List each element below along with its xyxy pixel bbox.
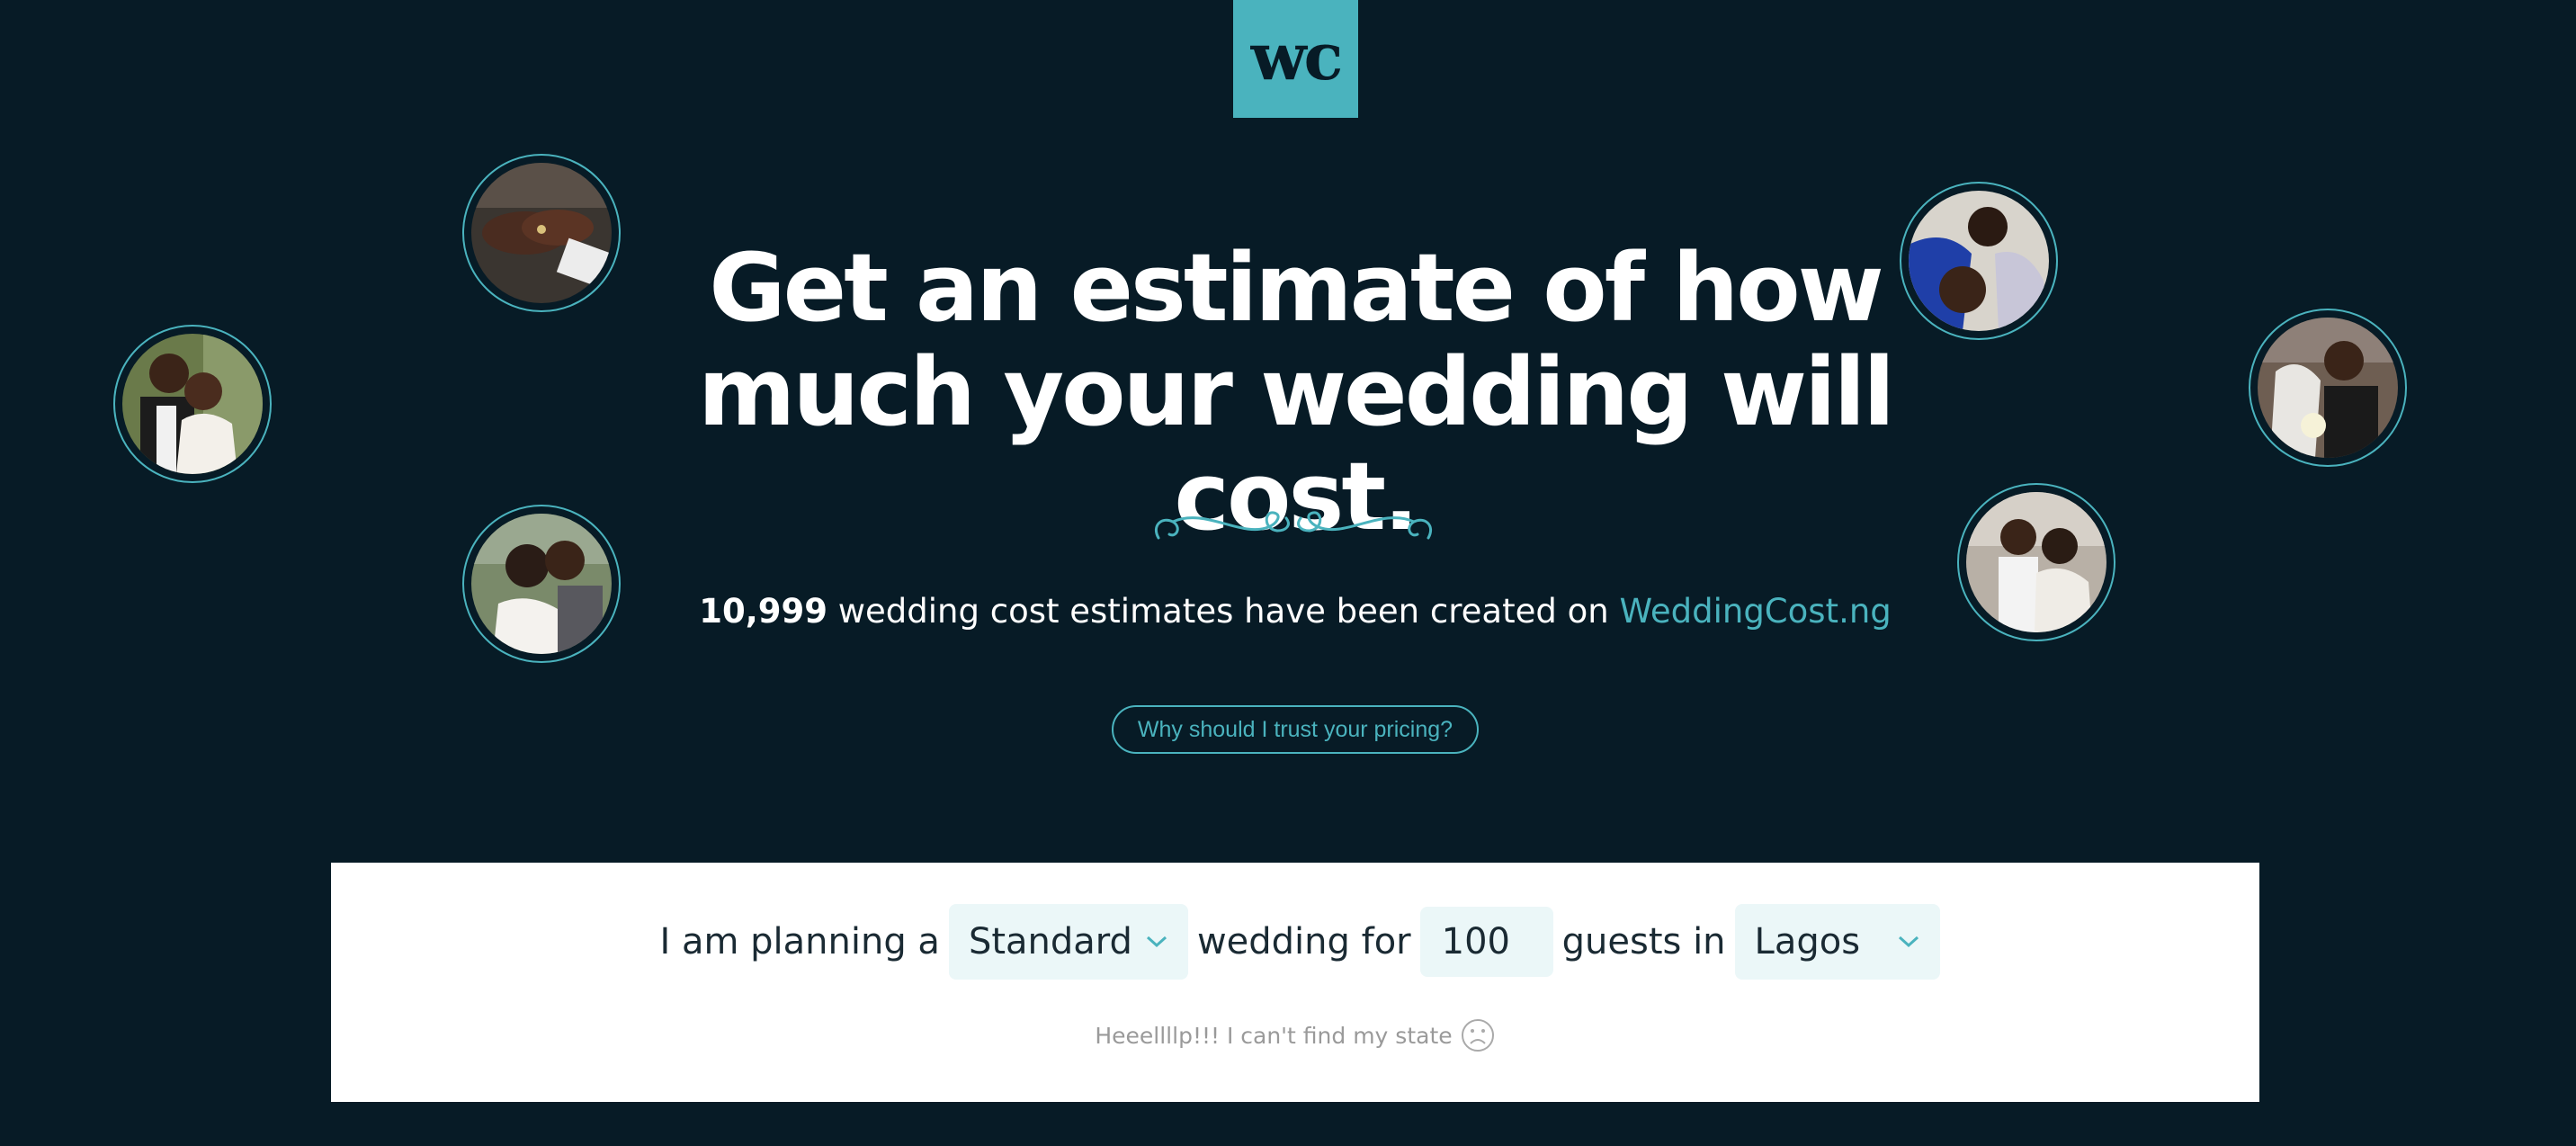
wedding-type-value: Standard bbox=[968, 921, 1132, 962]
state-help-text: Heeellllp!!! I can't find my state bbox=[1095, 1022, 1453, 1049]
chevron-down-icon bbox=[1146, 936, 1167, 948]
state-help-link[interactable]: Heeellllp!!! I can't find my state bbox=[331, 1017, 2259, 1053]
flourish-divider bbox=[1154, 511, 1433, 540]
estimate-count: 10,999 bbox=[699, 592, 827, 631]
form-suffix-label: guests in bbox=[1561, 921, 1726, 962]
estimate-form-panel: I am planning a Standard wedding for gue… bbox=[331, 863, 2259, 1102]
couple-photo-right bbox=[2249, 309, 2407, 467]
sad-face-icon bbox=[1461, 1019, 1494, 1052]
estimate-count-text: 10,999 wedding cost estimates have been … bbox=[540, 586, 2051, 637]
logo[interactable]: wc bbox=[1233, 0, 1358, 118]
location-select[interactable]: Lagos bbox=[1734, 904, 1940, 980]
logo-text: wc bbox=[1250, 18, 1344, 94]
estimate-form: I am planning a Standard wedding for gue… bbox=[331, 904, 2259, 980]
estimate-count-label: wedding cost estimates have been created… bbox=[827, 592, 1620, 631]
couple-photo-left bbox=[113, 325, 272, 483]
site-link[interactable]: WeddingCost.ng bbox=[1619, 592, 1891, 631]
couple-photo-bottom-left bbox=[462, 505, 621, 663]
chevron-down-icon bbox=[1898, 936, 1919, 948]
wedding-type-select[interactable]: Standard bbox=[948, 904, 1188, 980]
form-middle-label: wedding for bbox=[1196, 921, 1411, 962]
trust-pricing-button[interactable]: Why should I trust your pricing? bbox=[1112, 705, 1479, 754]
location-value: Lagos bbox=[1754, 921, 1861, 962]
couple-photo-rings bbox=[462, 154, 621, 312]
guests-input[interactable] bbox=[1419, 907, 1553, 977]
form-prefix-label: I am planning a bbox=[659, 921, 940, 962]
